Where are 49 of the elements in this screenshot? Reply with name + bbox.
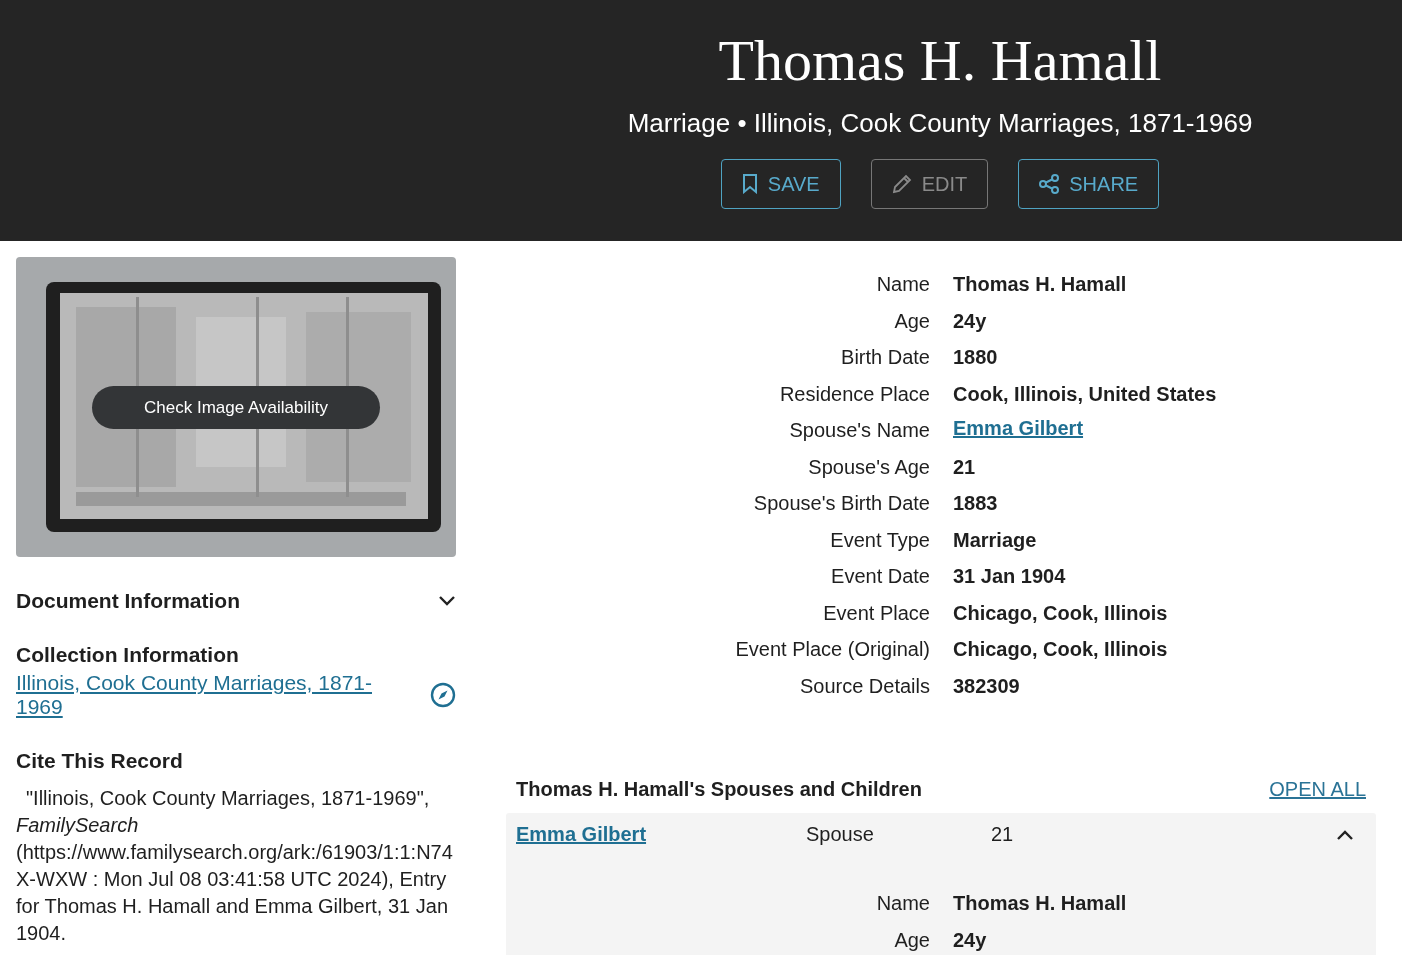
chevron-icon[interactable] (1336, 828, 1354, 841)
fact-label: Name (875, 272, 930, 297)
fact-value: 1880 (953, 345, 999, 370)
collection-link[interactable]: Illinois, Cook County Marriages, 1871-1969 (16, 671, 386, 719)
fact-label: Source Details (798, 673, 930, 699)
pencil-icon (891, 174, 912, 194)
fact-label: Spouse's Age (807, 454, 930, 480)
fact-value: Thomas H. Hamall (953, 272, 1128, 297)
fact-value: 24y (953, 927, 988, 953)
age-text: 21 (991, 823, 1015, 846)
fact-value: Thomas H. Hamall (953, 891, 1128, 916)
save-button[interactable]: SAVE (720, 159, 841, 209)
spouse-link[interactable]: Emma Gilbert (953, 417, 1084, 439)
section-title: Document Information (16, 589, 240, 613)
compass-icon[interactable] (430, 682, 456, 708)
fact-value: 31 Jan 1904 (953, 564, 1067, 589)
citation-text: "Illinois, Cook County Marriages, 1871-1969", FamilySearch (https://www.familysearch.org/ark:/61903/1:1:N74X-WXW : Mon Jul 08 03:41:58 UTC 2024), Entry for Thomas H. Hamall and Emma Gilbert, 31 Jan 1904. (16, 786, 454, 946)
fact-label: Spouse's Birth Date (752, 491, 930, 516)
fact-label: Event Date (830, 564, 930, 589)
fact-label: Event Place (Original) (734, 637, 930, 662)
fact-label: Residence Place (778, 381, 930, 407)
fact-label: Spouse's Name (788, 418, 930, 443)
section-title: Cite This Record (16, 749, 184, 773)
section-title: Thomas H. Hamall's Spouses and Children (516, 778, 922, 801)
open-all-link[interactable]: OPEN ALL (1269, 778, 1366, 801)
share-button[interactable]: SHARE (1018, 159, 1160, 209)
share-icon (1039, 174, 1060, 194)
person-link[interactable]: Emma Gilbert (516, 823, 647, 845)
fact-value: Cook, Illinois, United States (953, 381, 1218, 407)
fact-value: Chicago, Cook, Illinois (953, 637, 1169, 662)
record-title: Thomas H. Hamall (718, 28, 1162, 94)
fact-value: 1883 (953, 491, 999, 516)
fact-value: 21 (953, 454, 977, 480)
fact-value: 382309 (953, 673, 1021, 699)
record-subtitle: Marriage • Illinois, Cook County Marriages, 1871-1969 (627, 108, 1253, 139)
fact-label: Birth Date (840, 345, 930, 370)
fact-value: Marriage (953, 527, 1038, 553)
fact-label: Name (875, 891, 930, 916)
fact-value: Chicago, Cook, Illinois (953, 600, 1169, 626)
bookmark-icon (741, 174, 758, 194)
fact-label: Event Place (822, 600, 930, 626)
fact-label: Age (893, 927, 930, 953)
section-title: Collection Information (16, 643, 240, 667)
relationship-text: Spouse (806, 823, 875, 846)
check-image-button[interactable]: Check Image Availability (92, 386, 380, 429)
fact-value: 24y (953, 308, 988, 334)
fact-label: Age (893, 308, 930, 334)
chevron-icon[interactable] (438, 595, 456, 607)
fact-label: Event Type (829, 527, 930, 553)
